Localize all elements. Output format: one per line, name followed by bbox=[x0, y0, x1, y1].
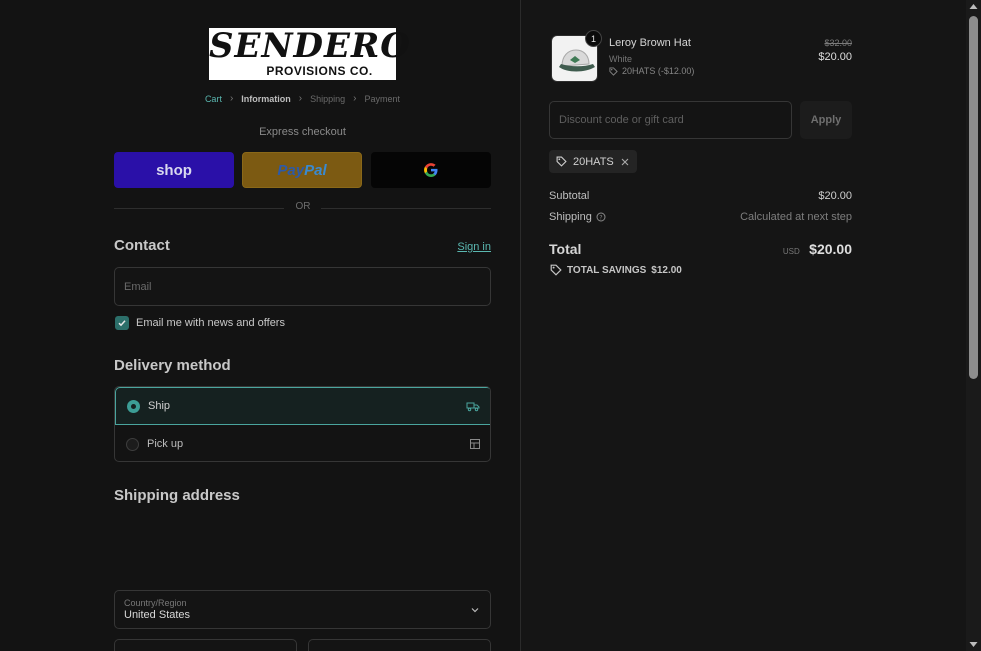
newsletter-checkbox[interactable] bbox=[115, 316, 129, 330]
paypal-button[interactable]: Pay Pal bbox=[242, 152, 362, 188]
shipping-summary-value: Calculated at next step bbox=[740, 211, 852, 223]
applied-discount-chip: 20HATS bbox=[549, 150, 637, 173]
product-price: $20.00 bbox=[818, 51, 852, 63]
scroll-up-icon[interactable] bbox=[969, 3, 978, 10]
ship-radio[interactable] bbox=[127, 399, 140, 413]
delivery-option-ship[interactable]: Ship bbox=[115, 387, 490, 425]
contact-heading: Contact bbox=[114, 237, 170, 254]
sign-in-link[interactable]: Sign in bbox=[440, 241, 491, 253]
or-divider-text: OR bbox=[295, 201, 311, 212]
subtotal-value: $20.00 bbox=[818, 190, 852, 202]
newsletter-label: Email me with news and offers bbox=[136, 317, 285, 329]
quantity-badge: 1 bbox=[585, 30, 602, 47]
country-label: Country/Region bbox=[124, 598, 187, 608]
newsletter-option[interactable]: Email me with news and offers bbox=[115, 316, 285, 330]
checkmark-icon bbox=[118, 320, 126, 327]
tag-icon bbox=[556, 156, 567, 167]
checkout-main-column: SENDERO PROVISIONS CO. Cart › Informatio… bbox=[0, 0, 520, 651]
scrollbar-thumb[interactable] bbox=[969, 16, 978, 379]
total-value: $20.00 bbox=[809, 241, 852, 257]
store-logo[interactable]: SENDERO PROVISIONS CO. bbox=[209, 26, 411, 80]
chevron-right-icon: › bbox=[229, 93, 234, 104]
express-checkout-title: Express checkout bbox=[259, 126, 346, 138]
breadcrumb: Cart › Information › Shipping › Payment bbox=[114, 93, 491, 104]
total-label: Total bbox=[549, 241, 582, 257]
order-summary: 1 Leroy Brown Hat White 20HATS (-$12.00)… bbox=[521, 0, 966, 651]
subtotal-row: Subtotal $20.00 bbox=[549, 190, 852, 202]
svg-text:?: ? bbox=[599, 214, 602, 221]
tag-icon bbox=[550, 264, 562, 276]
shipping-summary-label: Shipping ? bbox=[549, 211, 606, 223]
breadcrumb-information: Information bbox=[241, 93, 291, 104]
total-currency: USD bbox=[782, 247, 800, 256]
pickup-label: Pick up bbox=[147, 438, 184, 450]
paypal-label-pal: Pal bbox=[304, 161, 327, 179]
delivery-heading: Delivery method bbox=[114, 357, 231, 374]
product-variant: White bbox=[609, 54, 633, 64]
email-field[interactable] bbox=[114, 267, 491, 306]
shipping-summary-text: Shipping bbox=[549, 211, 592, 223]
scroll-down-icon[interactable] bbox=[969, 641, 978, 648]
google-pay-button[interactable]: G bbox=[371, 152, 491, 188]
total-savings-value: $12.00 bbox=[651, 264, 682, 276]
divider-right bbox=[321, 208, 491, 209]
product-original-price: $32.00 bbox=[824, 38, 852, 48]
store-icon bbox=[470, 439, 480, 449]
logo-subtitle: PROVISIONS CO. bbox=[266, 64, 373, 78]
total-savings-label: TOTAL SAVINGS bbox=[567, 264, 647, 276]
close-icon[interactable] bbox=[620, 157, 630, 167]
total-savings: TOTAL SAVINGS $12.00 bbox=[550, 264, 682, 276]
shipping-address-heading: Shipping address bbox=[114, 487, 240, 504]
product-discount: 20HATS (-$12.00) bbox=[609, 66, 694, 76]
help-icon[interactable]: ? bbox=[596, 212, 606, 222]
delivery-method-group: Ship Pick up bbox=[114, 386, 491, 462]
discount-code-input[interactable] bbox=[550, 102, 791, 138]
logo-wordmark: SENDERO bbox=[209, 26, 411, 66]
shop-pay-button[interactable]: shop bbox=[114, 152, 234, 188]
product-name: Leroy Brown Hat bbox=[609, 37, 691, 49]
first-name-field[interactable] bbox=[114, 639, 297, 651]
country-select[interactable]: Country/Region United States bbox=[114, 590, 491, 629]
email-input[interactable] bbox=[115, 268, 490, 305]
paypal-label-pay: Pay bbox=[277, 161, 305, 179]
product-discount-text: 20HATS (-$12.00) bbox=[622, 66, 695, 76]
discount-code-field[interactable] bbox=[549, 101, 792, 139]
chevron-right-icon: › bbox=[298, 93, 303, 104]
applied-discount-code: 20HATS bbox=[573, 155, 614, 168]
pickup-radio[interactable] bbox=[126, 437, 139, 451]
subtotal-label: Subtotal bbox=[549, 190, 590, 202]
ship-label: Ship bbox=[148, 400, 171, 412]
breadcrumb-shipping: Shipping bbox=[310, 93, 346, 104]
truck-icon bbox=[466, 402, 480, 412]
divider-left bbox=[114, 208, 284, 209]
shipping-row: Shipping ? Calculated at next step bbox=[549, 211, 852, 223]
country-value: United States bbox=[124, 609, 191, 621]
breadcrumb-payment: Payment bbox=[364, 93, 401, 104]
total-row: Total USD $20.00 bbox=[549, 241, 852, 259]
chevron-right-icon: › bbox=[353, 93, 357, 104]
apply-discount-button[interactable]: Apply bbox=[800, 101, 852, 139]
breadcrumb-cart[interactable]: Cart bbox=[205, 94, 222, 104]
google-icon bbox=[424, 163, 438, 177]
scrollbar[interactable] bbox=[966, 0, 981, 651]
delivery-option-pickup[interactable]: Pick up bbox=[115, 425, 490, 461]
chevron-down-icon bbox=[471, 608, 479, 613]
tag-icon bbox=[609, 66, 618, 76]
last-name-field[interactable] bbox=[308, 639, 491, 651]
shop-pay-label: shop bbox=[156, 161, 192, 179]
